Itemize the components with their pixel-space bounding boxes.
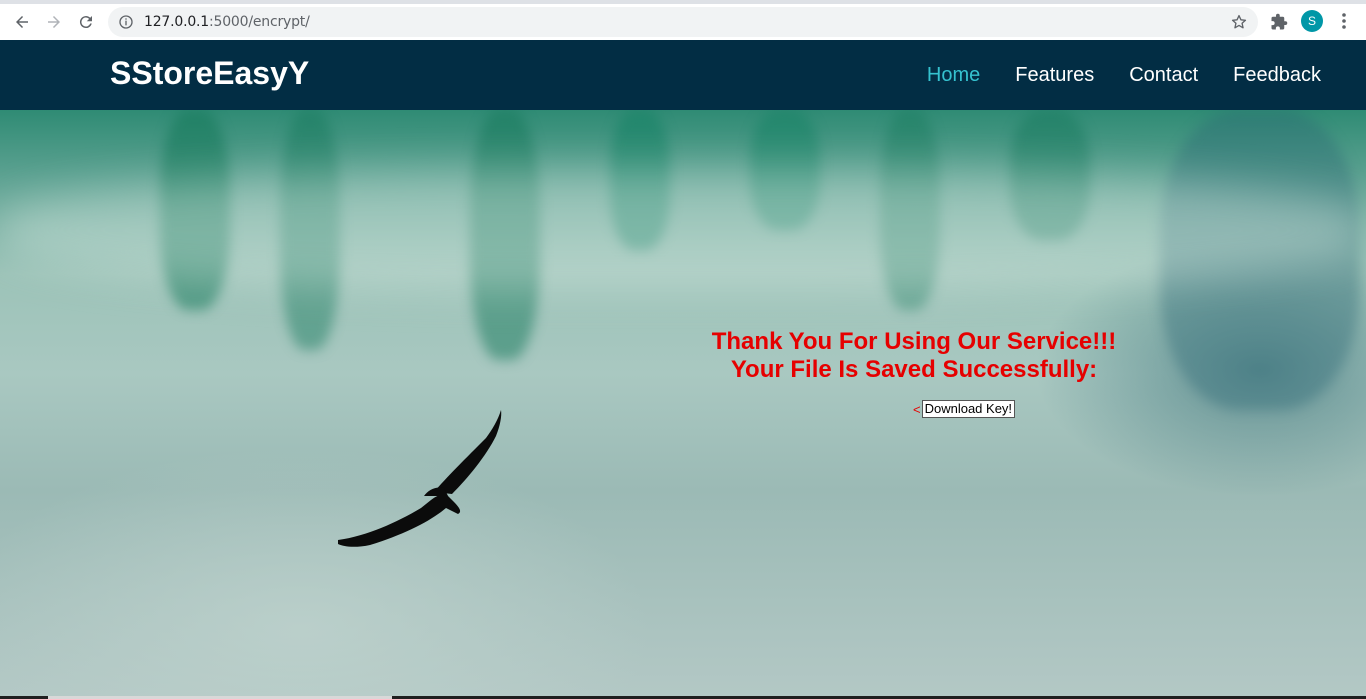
star-icon[interactable] [1230, 13, 1248, 31]
saved-line: Your File Is Saved Successfully: [730, 356, 1098, 383]
url-text[interactable]: 127.0.0.1:5000/encrypt/ [144, 14, 310, 30]
reload-button[interactable] [70, 6, 102, 38]
forward-button[interactable] [38, 6, 70, 38]
nav-feedback[interactable]: Feedback [1233, 64, 1321, 87]
puzzle-icon[interactable] [1270, 13, 1288, 31]
hero-background: Thank You For Using Our Service!!! Your … [0, 110, 1366, 696]
reload-icon [79, 16, 92, 29]
back-button[interactable] [6, 6, 38, 38]
site-logo[interactable]: SStoreEasyY [110, 55, 309, 92]
success-message: Thank You For Using Our Service!!! Your … [700, 328, 1128, 384]
main-nav: Home Features Contact Feedback [892, 40, 1321, 110]
download-row: < Download Key! [913, 400, 1016, 418]
kebab-menu-icon[interactable] [1335, 11, 1353, 31]
download-key-button[interactable]: Download Key! [921, 400, 1016, 418]
address-bar[interactable]: 127.0.0.1:5000/encrypt/ [108, 7, 1258, 37]
url-host: 127.0.0.1 [144, 14, 209, 30]
site-header: SStoreEasyY Home Features Contact Feedba… [0, 40, 1366, 110]
nav-features[interactable]: Features [1015, 64, 1094, 87]
nav-home[interactable]: Home [927, 64, 980, 87]
thank-you-line: Thank You For Using Our Service!!! [711, 328, 1117, 355]
nav-contact[interactable]: Contact [1129, 64, 1198, 87]
browser-toolbar: 127.0.0.1:5000/encrypt/ S [0, 4, 1366, 40]
profile-avatar[interactable]: S [1301, 10, 1323, 32]
forward-arrow-icon [48, 16, 60, 28]
stray-less-than: < [913, 401, 921, 417]
eagle-silhouette-icon [338, 410, 502, 547]
url-path: :5000/encrypt/ [209, 14, 310, 30]
mist-cloud [0, 170, 1366, 290]
info-icon[interactable] [118, 14, 134, 30]
back-arrow-icon [16, 16, 28, 28]
